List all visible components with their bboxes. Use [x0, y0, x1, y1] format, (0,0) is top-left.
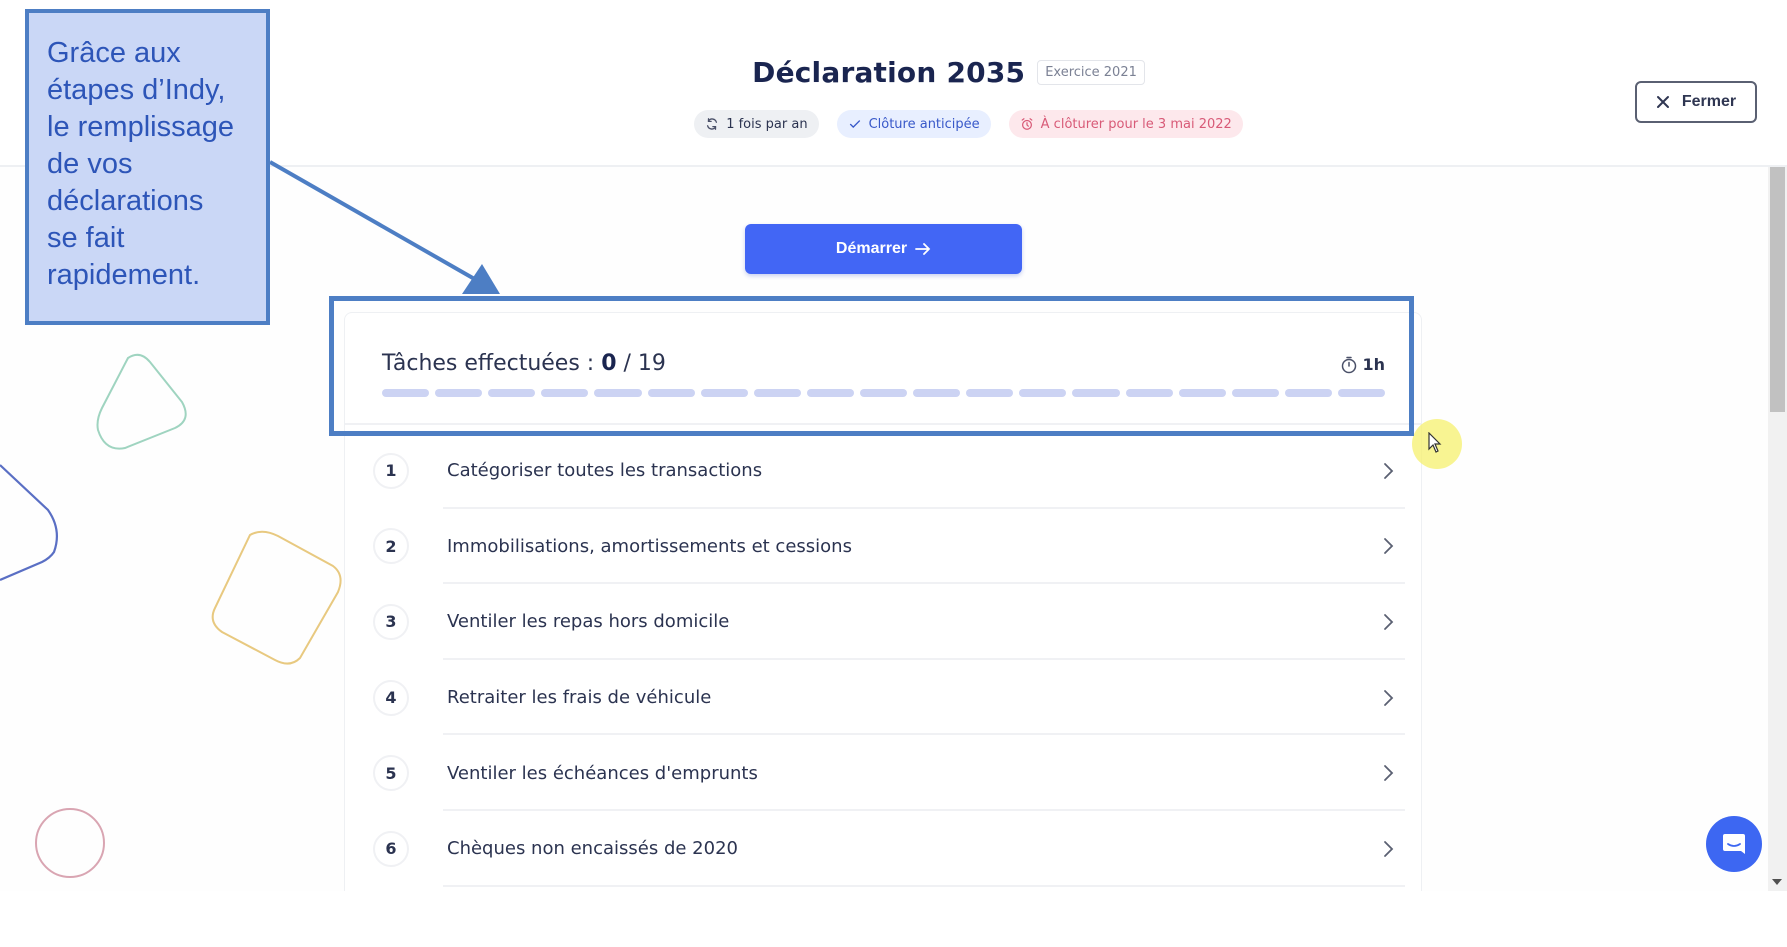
- task-label: Ventiler les repas hors domicile: [447, 611, 730, 633]
- progress-segment: [1231, 389, 1279, 397]
- progress-segment: [488, 389, 536, 397]
- pink-circle: [35, 808, 105, 878]
- progress-segment: [913, 389, 961, 397]
- alarm-clock-icon: [1021, 118, 1033, 130]
- progress-segment: [753, 389, 801, 397]
- task-label: Ventiler les échéances d'emprunts: [447, 762, 758, 784]
- tasks-total: / 19: [616, 351, 666, 376]
- mouse-cursor-icon: [1428, 432, 1442, 453]
- scrollbar[interactable]: [1768, 167, 1787, 891]
- progress-segment: [647, 389, 695, 397]
- progress-segment: [382, 389, 430, 397]
- chevron-right-icon: [1384, 765, 1394, 782]
- task-item[interactable]: 4 Retraiter les frais de véhicule: [345, 660, 1421, 736]
- progress-segment: [541, 389, 589, 397]
- task-item[interactable]: 2 Immobilisations, amortissements et ces…: [345, 509, 1421, 585]
- deadline-chip: À clôturer pour le 3 mai 2022: [1008, 110, 1243, 138]
- progress-segment: [1072, 389, 1120, 397]
- refresh-icon: [707, 118, 718, 130]
- page-title: Déclaration 2035: [752, 56, 1026, 89]
- duration-value: 1h: [1362, 355, 1385, 374]
- task-label: Chèques non encaissés de 2020: [447, 838, 738, 860]
- yellow-shape: [211, 530, 342, 665]
- task-number: 4: [373, 679, 409, 716]
- frequency-chip: 1 fois par an: [694, 110, 819, 138]
- tasks-label-prefix: Tâches effectuées :: [382, 351, 602, 376]
- progress-segment: [1125, 389, 1173, 397]
- chip-label: À clôturer pour le 3 mai 2022: [1040, 116, 1232, 132]
- progress-segment: [859, 389, 908, 397]
- progress-segment: [966, 389, 1014, 397]
- task-card: Tâches effectuées : 0 / 19 1h 1 Catégori…: [344, 312, 1422, 891]
- chevron-right-icon: [1384, 538, 1394, 555]
- annotation-callout: Grâce aux étapes d’Indy, le remplissage …: [25, 9, 270, 325]
- decorative-shapes: [0, 353, 342, 878]
- task-number: 2: [373, 528, 409, 565]
- arrow-right-icon: [915, 243, 931, 255]
- timer-icon: [1342, 356, 1357, 373]
- check-icon: [849, 120, 860, 129]
- task-label: Catégoriser toutes les transactions: [447, 460, 763, 482]
- task-item[interactable]: 3 Ventiler les repas hors domicile: [345, 584, 1421, 660]
- task-number: 3: [373, 603, 409, 640]
- chevron-right-icon: [1384, 614, 1394, 630]
- progress-segment: [1178, 389, 1226, 397]
- progress-segment: [1284, 389, 1332, 397]
- blue-shape: [0, 464, 59, 582]
- progress-segment: [700, 389, 748, 397]
- progress-segment: [806, 389, 854, 397]
- closure-chip: Clôture anticipée: [836, 110, 991, 138]
- exercise-badge: Exercice 2021: [1037, 60, 1145, 85]
- annotation-text: Grâce aux étapes d’Indy, le remplissage …: [47, 37, 234, 291]
- task-label: Immobilisations, amortissements et cessi…: [447, 535, 852, 557]
- task-item[interactable]: 5 Ventiler les échéances d'emprunts: [345, 735, 1421, 811]
- task-item[interactable]: 6 Chèques non encaissés de 2020: [345, 811, 1421, 887]
- chat-icon: [1723, 834, 1745, 854]
- chat-button[interactable]: [1706, 816, 1762, 872]
- chip-label: Clôture anticipée: [868, 116, 980, 132]
- close-label: Fermer: [1681, 93, 1737, 110]
- progress-segment: [435, 389, 483, 397]
- green-shape: [96, 353, 187, 450]
- task-number: 6: [373, 830, 409, 867]
- scrollbar-thumb[interactable]: [1770, 167, 1785, 412]
- task-number: 1: [373, 452, 409, 489]
- chevron-right-icon: [1384, 840, 1394, 857]
- task-item[interactable]: 1 Catégoriser toutes les transactions: [345, 433, 1421, 509]
- task-number: 5: [373, 755, 409, 792]
- scroll-down-arrow[interactable]: [1772, 879, 1782, 885]
- duration-estimate: 1h: [1340, 355, 1385, 374]
- chevron-right-icon: [1384, 462, 1394, 479]
- start-label: Démarrer: [835, 240, 908, 257]
- tasks-done-count: 0: [601, 351, 617, 376]
- progress-segment: [594, 389, 642, 397]
- progress-segment: [1337, 389, 1386, 397]
- task-label: Retraiter les frais de véhicule: [447, 687, 712, 709]
- task-list: 1 Catégoriser toutes les transactions 2 …: [345, 433, 1421, 887]
- close-icon: [1656, 96, 1669, 108]
- start-button[interactable]: Démarrer: [745, 224, 1022, 274]
- chevron-right-icon: [1384, 689, 1394, 706]
- task-card-header: Tâches effectuées : 0 / 19 1h: [345, 313, 1421, 425]
- tasks-progress-bar: [382, 389, 1386, 397]
- tasks-progress-label: Tâches effectuées : 0 / 19: [382, 351, 666, 376]
- close-button[interactable]: Fermer: [1635, 81, 1757, 123]
- chip-label: 1 fois par an: [726, 116, 808, 132]
- progress-segment: [1019, 389, 1067, 397]
